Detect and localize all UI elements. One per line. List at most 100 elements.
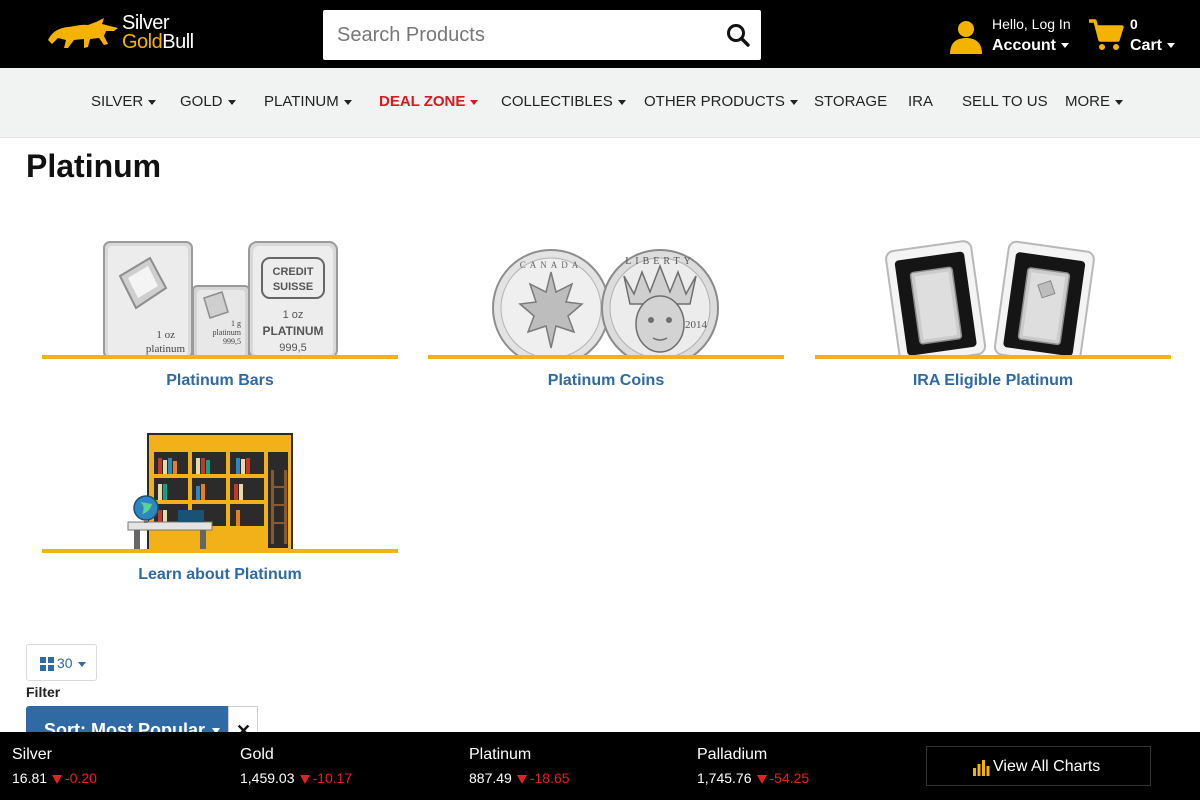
down-arrow-icon [299,775,310,784]
user-icon [950,21,982,54]
ticker-gold[interactable]: Gold 1,459.03 -10.17 [240,746,460,790]
bar-brand-1: CREDIT [273,266,314,278]
nav-label: COLLECTIBLES [501,93,613,110]
nav-label: STORAGE [814,93,888,110]
ticker-palladium[interactable]: Palladium 1,745.76 -54.25 [697,746,917,790]
search-box [323,10,761,60]
silvergoldbull-logo[interactable]: Silver GoldBull [44,12,214,58]
platinum-coins-image: CANADA LIBERTY 2014 [492,249,719,356]
view-all-charts-button[interactable]: View All Charts [926,746,1151,786]
bar-chart-icon [973,760,990,776]
category-link-platinum-bars[interactable]: Platinum Bars [42,372,398,390]
nav-sell-to-us[interactable]: SELL TO US [962,93,1048,110]
down-arrow-icon [52,775,63,784]
chevron-down-icon [78,662,86,667]
account-menu[interactable]: Hello, Log In Account [946,14,1076,58]
chevron-down-icon [789,99,798,105]
bar-large-metal: PLATINUM [262,324,323,338]
chevron-down-icon [1061,43,1069,49]
category-platinum-bars[interactable]: 1 oz platinum 1 g platinum 999,5 CREDIT … [42,236,398,406]
nav-collectibles[interactable]: COLLECTIBLES [501,93,626,110]
bar-large-purity: 999,5 [279,342,307,354]
nav-ira[interactable]: IRA [908,93,933,110]
nav-label: PLATINUM [264,93,339,110]
chevron-down-icon [1115,99,1123,105]
chevron-down-icon [617,99,626,105]
cart-count: 0 [1130,16,1138,32]
metal-price: 1,459.03 [240,770,295,786]
chevron-down-icon [1167,43,1176,49]
category-underline [42,355,398,359]
ticker-platinum[interactable]: Platinum 887.49 -18.65 [469,746,689,790]
header-bar: Silver GoldBull Hello, Log In Account 0 … [0,0,1200,68]
bar-small-weight: 1 oz [156,329,175,341]
nav-silver[interactable]: SILVER [91,93,157,110]
metal-price: 16.81 [12,770,48,786]
bull-icon [48,18,118,48]
grid-view-icon [40,657,54,671]
category-link-learn-about-platinum[interactable]: Learn about Platinum [42,566,398,584]
category-learn-about-platinum[interactable]: Learn about Platinum [42,430,398,600]
cart-button[interactable]: 0 Cart [1088,14,1188,58]
cart-label: Cart [1130,37,1176,55]
search-icon[interactable] [725,22,751,48]
ticker-silver[interactable]: Silver 16.81 -0.20 [12,746,232,790]
metal-price: 1,745.76 [697,770,752,786]
nav-storage[interactable]: STORAGE [814,93,887,110]
metal-change: -54.25 [769,770,810,786]
nav-label: MORE [1065,93,1110,110]
cart-text: Cart [1130,37,1163,54]
logo-gold: Gold [122,31,163,53]
search-input[interactable] [323,10,713,60]
chevron-down-icon [227,99,236,105]
metal-name: Gold [240,746,274,763]
main-nav: SILVER GOLD PLATINUM DEAL ZONE COLLECTIB… [0,68,1200,138]
metal-change: -18.65 [529,770,570,786]
bar-small-metal: platinum [146,343,186,355]
metal-change: -10.17 [312,770,353,786]
account-label: Account [992,37,1069,55]
category-ira-eligible-platinum[interactable]: IRA Eligible Platinum [815,236,1171,406]
down-arrow-icon [756,775,767,784]
category-platinum-coins[interactable]: CANADA LIBERTY 2014 Platinum Coins [428,236,784,406]
chevron-down-icon [343,99,352,105]
nav-label: SILVER [91,93,144,110]
bookshelf-image [127,433,293,550]
nav-deal-zone[interactable]: DEAL ZONE [379,93,479,110]
ira-platinum-image [885,240,1095,356]
nav-label: GOLD [180,93,223,110]
down-arrow-icon [516,775,527,784]
per-page-dropdown[interactable]: 30 [26,644,97,681]
category-underline [42,549,398,553]
bar-tiny-purity: 999,5 [223,337,241,346]
coin-year: 2014 [685,319,708,331]
coin-right-legend: LIBERTY [625,256,695,267]
nav-label: IRA [908,93,934,110]
metal-name: Platinum [469,746,532,763]
nav-more[interactable]: MORE [1065,93,1123,110]
category-underline [428,355,784,359]
category-link-platinum-coins[interactable]: Platinum Coins [428,372,784,390]
metal-name: Palladium [697,746,768,763]
nav-gold[interactable]: GOLD [180,93,236,110]
cart-icon [1089,19,1124,50]
metal-change: -0.20 [65,770,97,786]
nav-label: DEAL ZONE [379,93,466,110]
bar-tiny-weight: 1 g [231,319,241,328]
bar-tiny-metal: platinum [213,328,242,337]
logo-bull: Bull [162,31,194,53]
nav-label: SELL TO US [962,93,1048,110]
account-text: Account [992,37,1056,54]
account-greeting: Hello, Log In [992,16,1071,32]
category-link-ira-eligible-platinum[interactable]: IRA Eligible Platinum [815,372,1171,390]
category-underline [815,355,1171,359]
metal-price: 887.49 [469,770,512,786]
view-all-charts-label: View All Charts [993,758,1101,775]
nav-platinum[interactable]: PLATINUM [264,93,352,110]
platinum-bars-image: 1 oz platinum 1 g platinum 999,5 CREDIT … [103,241,338,356]
nav-label: OTHER PRODUCTS [644,93,785,110]
metal-name: Silver [12,746,53,763]
per-page-value: 30 [57,655,73,671]
bar-large-weight: 1 oz [283,309,304,321]
nav-other-products[interactable]: OTHER PRODUCTS [644,93,798,110]
